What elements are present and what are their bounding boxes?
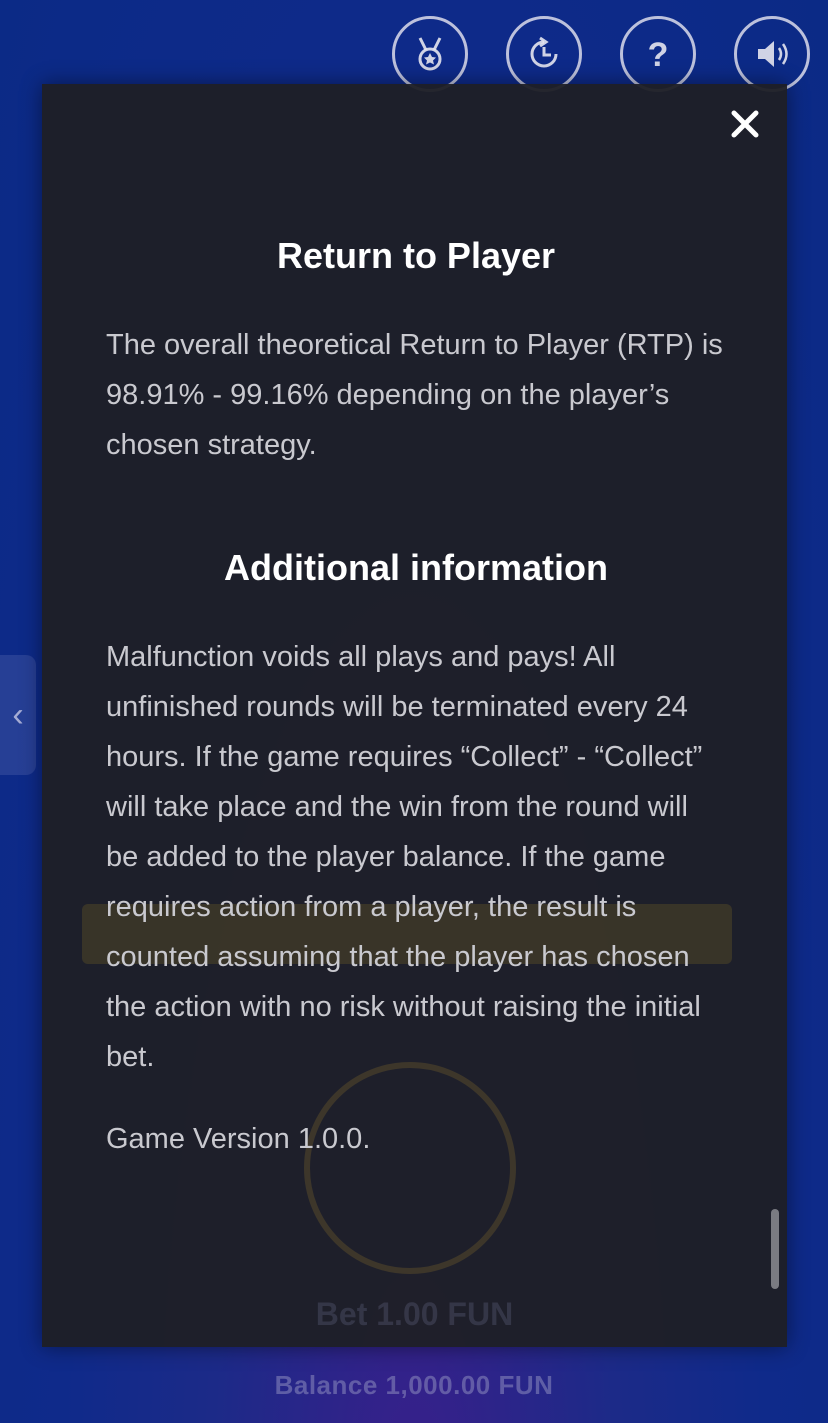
close-button[interactable] xyxy=(725,104,765,144)
history-icon[interactable] xyxy=(506,16,582,92)
info-modal: Bet 1.00 FUN Return to Player The overal… xyxy=(42,84,787,1347)
medal-icon[interactable] xyxy=(392,16,468,92)
game-version: Game Version 1.0.0. xyxy=(106,1123,371,1155)
modal-content: Return to Player The overall theoretical… xyxy=(106,234,726,1164)
additional-info-text: Malfunction voids all plays and pays! Al… xyxy=(106,641,703,1073)
top-toolbar: ? xyxy=(392,16,810,92)
rtp-text: The overall theoretical Return to Player… xyxy=(106,329,723,461)
modal-scrollbar[interactable] xyxy=(771,1209,779,1289)
chevron-left-icon: ‹ xyxy=(12,695,24,734)
balance-label: Balance 1,000.00 FUN xyxy=(274,1370,554,1400)
side-panel-toggle[interactable]: ‹ xyxy=(0,655,36,775)
bet-label: Bet 1.00 FUN xyxy=(315,1296,514,1332)
sound-icon[interactable] xyxy=(734,16,810,92)
rtp-title: Return to Player xyxy=(276,235,556,276)
help-icon[interactable]: ? xyxy=(620,16,696,92)
svg-text:?: ? xyxy=(648,36,669,74)
additional-info-title: Additional information xyxy=(224,547,608,588)
close-icon xyxy=(731,110,759,138)
